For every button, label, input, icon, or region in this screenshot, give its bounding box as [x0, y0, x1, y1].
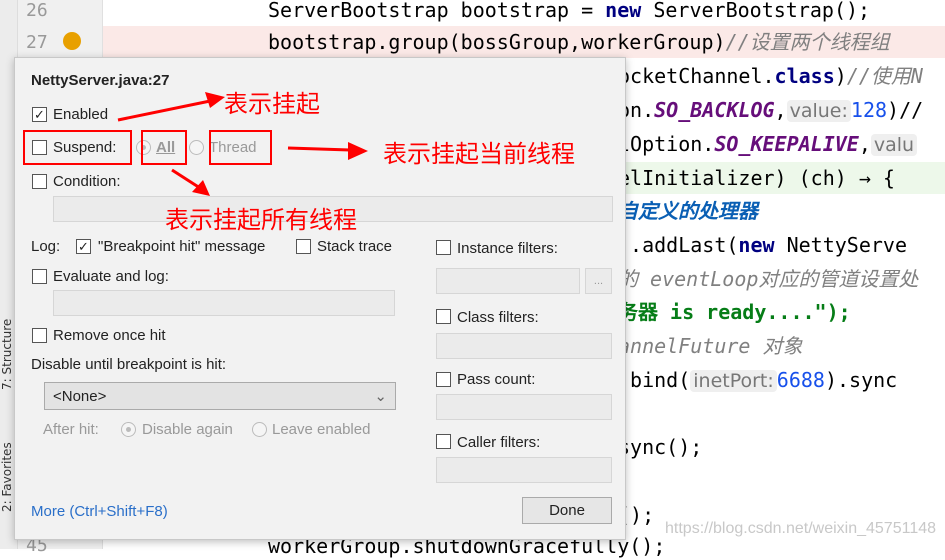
arrow-icon	[117, 98, 216, 122]
arrowhead-icon	[205, 92, 225, 108]
arrow-icon	[287, 146, 351, 152]
arrow-icon	[171, 168, 201, 190]
annotation-thread: 表示挂起当前线程	[383, 140, 575, 168]
annotation-arrows	[117, 92, 368, 196]
annotation-suspend: 表示挂起	[224, 90, 320, 118]
arrowhead-icon	[192, 180, 210, 196]
arrowhead-icon	[348, 142, 368, 160]
annotation-all: 表示挂起所有线程	[165, 206, 357, 234]
